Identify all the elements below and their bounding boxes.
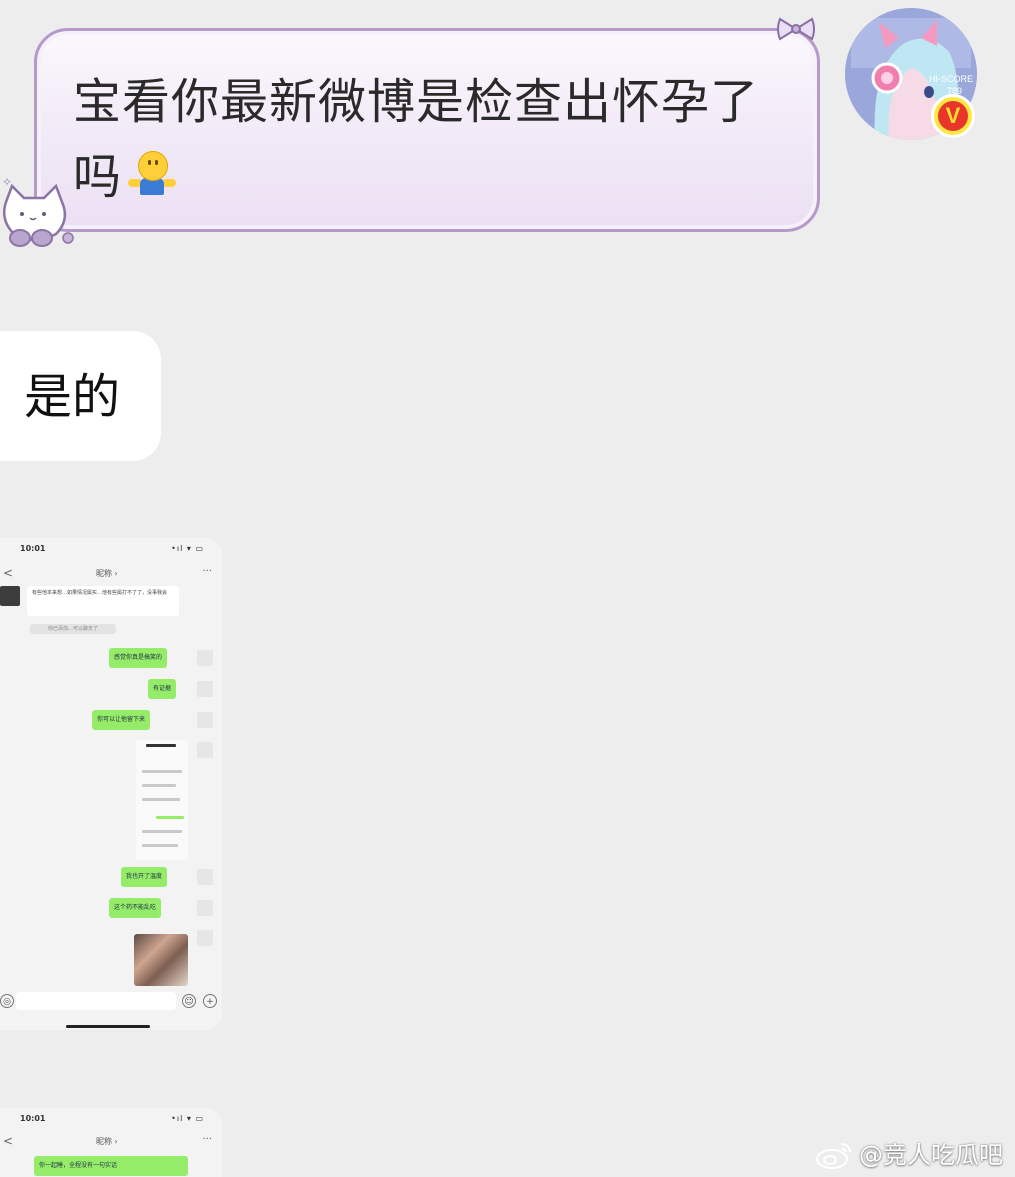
verified-badge-icon: V <box>931 94 975 138</box>
home-indicator <box>66 1025 150 1028</box>
chat-title: 昵称 › <box>96 569 118 578</box>
avatar-placeholder <box>197 930 213 946</box>
outgoing-message: 有证据 <box>148 679 177 699</box>
avatar-placeholder <box>197 742 213 758</box>
weibo-logo-icon <box>816 1143 851 1169</box>
outgoing-message: 我也开了温度 <box>121 867 168 887</box>
more-icon: ··· <box>202 566 212 577</box>
sent-message-text: 宝看你最新微博是检查出怀孕了吗 <box>73 74 760 205</box>
system-note: 你已添加…可以聊天了 <box>30 624 116 634</box>
avatar-placeholder <box>197 900 213 916</box>
sent-message-bubble[interactable]: 宝看你最新微博是检查出怀孕了吗 <box>34 28 820 232</box>
bow-decoration-icon <box>777 17 815 41</box>
chat-screenshot-image[interactable]: 10:01 •ıl ▾ ▭ < 昵称 › ··· 有些他本来想…如果情况属实…他… <box>0 538 222 1030</box>
avatar-placeholder <box>197 681 213 697</box>
more-icon: ··· <box>202 1134 212 1145</box>
status-time: 10:01 <box>20 1114 46 1123</box>
status-time: 10:01 <box>20 544 46 553</box>
cat-sticker-icon: ✧ <box>2 175 74 247</box>
contact-avatar-small <box>0 586 20 606</box>
chat-input-field <box>16 992 176 1010</box>
outgoing-message: 这个药不能乱吃 <box>109 898 162 918</box>
avatar-placeholder <box>197 712 213 728</box>
received-message-bubble[interactable]: 是的 <box>0 331 161 461</box>
shrug-emoji-icon <box>128 151 177 199</box>
chat-screenshot-image-2[interactable]: 10:01 •ıl ▾ ▭ < 昵称 › ··· 你一起睡，全程没有一句实话 <box>0 1108 222 1177</box>
nested-screenshot-image <box>136 740 188 860</box>
avatar-placeholder <box>197 869 213 885</box>
watermark: @竞人吃瓜吧 <box>815 1138 1003 1172</box>
outgoing-message: 你一起睡，全程没有一句实话 <box>34 1156 188 1176</box>
watermark-text: @竞人吃瓜吧 <box>859 1141 1003 1169</box>
received-message-text: 是的 <box>24 369 121 425</box>
svg-text:HI-SCORE: HI-SCORE <box>929 74 973 84</box>
emoji-icon: ☺ <box>182 994 196 1008</box>
incoming-message: 有些他本来想…如果情况属实…他有些属打不了了，没事我会 <box>27 586 179 616</box>
voice-icon: ◎ <box>0 994 14 1008</box>
outgoing-message: 感觉你真是搞笑的 <box>109 648 168 668</box>
photo-message <box>134 934 188 986</box>
outgoing-message: 你可以让他留下来 <box>92 710 151 730</box>
avatar-placeholder <box>197 650 213 666</box>
plus-icon: + <box>203 994 217 1008</box>
back-icon: < <box>3 566 14 580</box>
chat-title: 昵称 › <box>96 1137 118 1146</box>
status-icons: •ıl ▾ ▭ <box>171 544 204 553</box>
chat-input-bar: ◎ ☺ + <box>0 988 222 1016</box>
status-icons: •ıl ▾ ▭ <box>171 1114 204 1123</box>
back-icon: < <box>3 1134 14 1148</box>
